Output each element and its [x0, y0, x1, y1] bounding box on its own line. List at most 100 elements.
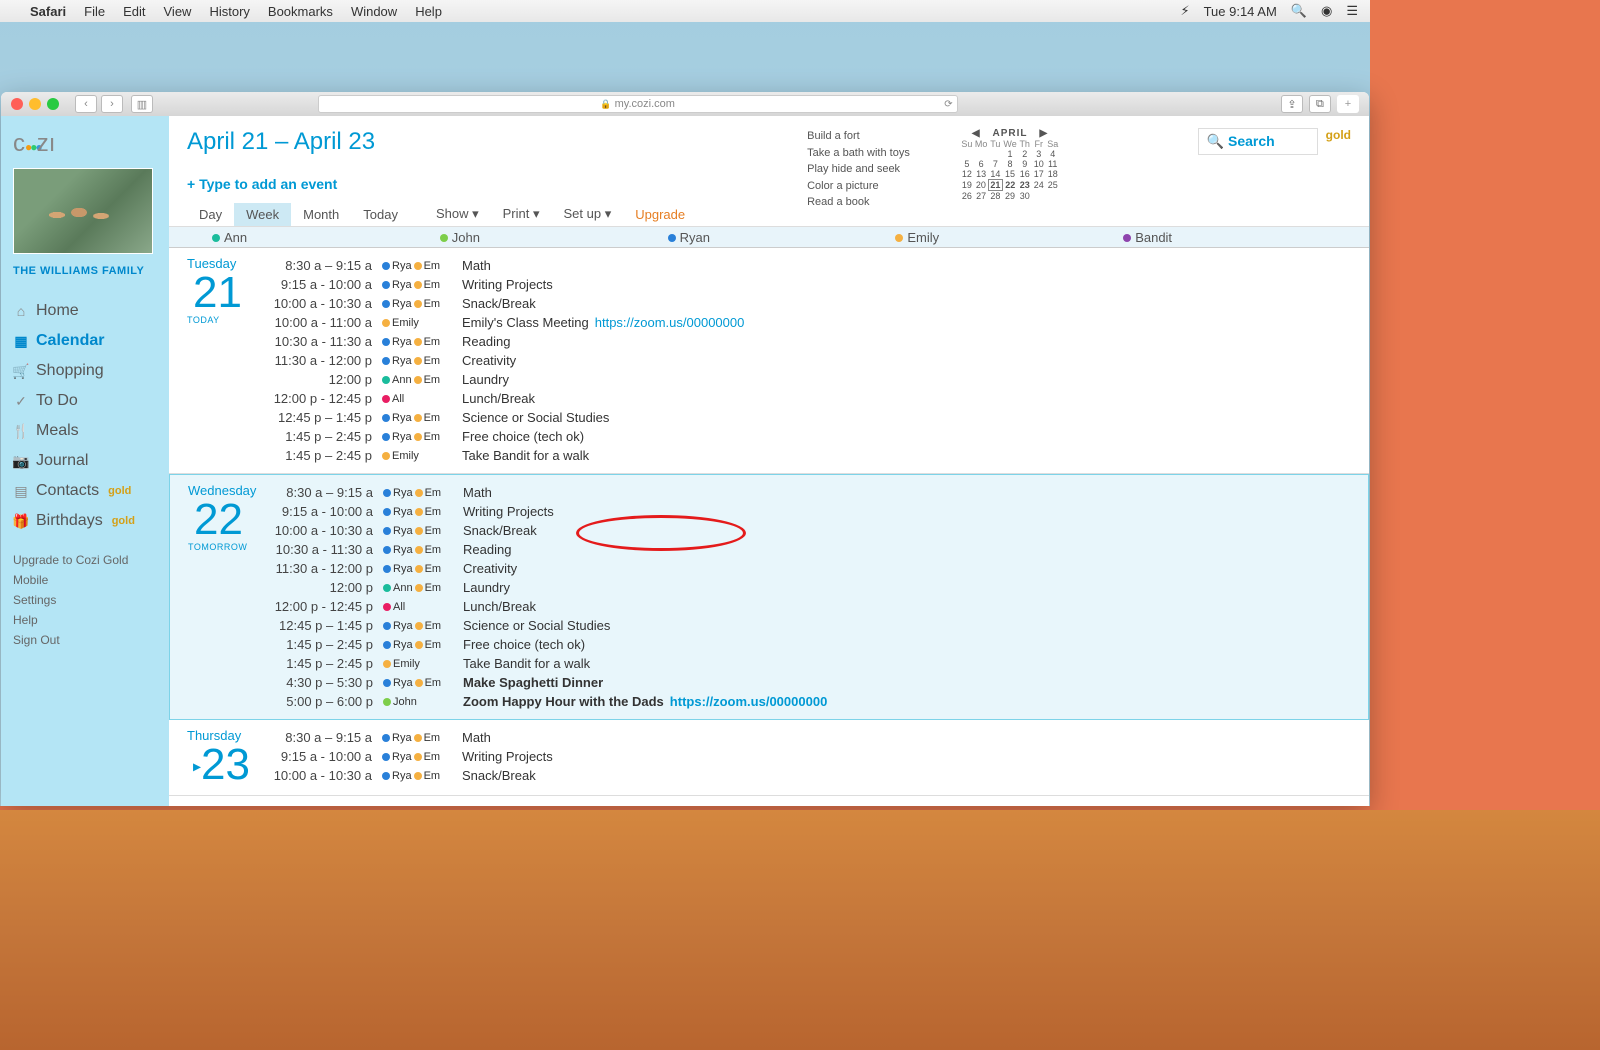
person-emily[interactable]: Emily [895, 230, 1123, 245]
event-row[interactable]: 8:30 a – 9:15 aRyaEmMath [267, 256, 1351, 275]
event-row[interactable]: 10:00 a - 10:30 aRyaEmSnack/Break [267, 766, 1351, 785]
siri-icon[interactable]: ◉ [1321, 3, 1332, 19]
event-row[interactable]: 8:30 a – 9:15 aRyaEmMath [268, 483, 1350, 502]
menu-file[interactable]: File [84, 4, 105, 19]
clock[interactable]: Tue 9:14 AM [1204, 4, 1277, 19]
gold-badge: gold [1326, 128, 1351, 142]
nav-shopping[interactable]: 🛒Shopping [13, 356, 157, 386]
maximize-window[interactable] [47, 98, 59, 110]
cozi-logo[interactable]: c●●●zı [13, 130, 157, 158]
event-row[interactable]: 11:30 a - 12:00 pRyaEmCreativity [268, 559, 1350, 578]
nav-journal[interactable]: 📷Journal [13, 446, 157, 476]
menu-bookmarks[interactable]: Bookmarks [268, 4, 333, 19]
menu-edit[interactable]: Edit [123, 4, 145, 19]
spotlight-icon[interactable]: 🔍 [1291, 3, 1307, 19]
safari-window: ‹ › ▥ 🔒 my.cozi.com ⟳ ⇪ ⧉ + c●●●zı THE W… [1, 92, 1369, 806]
view-week[interactable]: Week [234, 203, 291, 226]
share-button[interactable]: ⇪ [1281, 95, 1303, 113]
nav-meals[interactable]: 🍴Meals [13, 416, 157, 446]
zoom-link[interactable]: https://zoom.us/00000000 [670, 694, 828, 709]
upgrade-link[interactable]: Upgrade [623, 203, 697, 226]
address-bar[interactable]: 🔒 my.cozi.com ⟳ [318, 95, 958, 113]
menu-print[interactable]: Print ▾ [491, 202, 552, 226]
link-upgrade-to-cozi-gold[interactable]: Upgrade to Cozi Gold [13, 550, 157, 570]
close-window[interactable] [11, 98, 23, 110]
person-john[interactable]: John [440, 230, 668, 245]
event-row[interactable]: 12:00 p - 12:45 pAllLunch/Break [268, 597, 1350, 616]
mini-calendar[interactable]: ◀APRIL▶ SuMoTuWeThFrSa123456789101112131… [960, 128, 1060, 226]
nav-birthdays[interactable]: 🎁Birthdaysgold [13, 506, 157, 536]
notifications-icon[interactable]: ☰ [1346, 3, 1358, 19]
menu-set[interactable]: Set up ▾ [552, 202, 624, 226]
zoom-link[interactable]: https://zoom.us/00000000 [595, 315, 745, 330]
prev-month[interactable]: ◀ [966, 128, 987, 139]
event-row[interactable]: 8:30 a – 9:15 aRyaEmMath [267, 728, 1351, 747]
day-wednesday: Wednesday22TOMORROW8:30 a – 9:15 aRyaEmM… [169, 474, 1369, 720]
battery-icon[interactable]: ⚡︎ [1180, 3, 1189, 19]
link-mobile[interactable]: Mobile [13, 570, 157, 590]
event-row[interactable]: 11:30 a - 12:00 pRyaEmCreativity [267, 351, 1351, 370]
add-event[interactable]: + Type to add an event [187, 176, 697, 192]
url-text: my.cozi.com [615, 98, 675, 110]
event-row[interactable]: 12:45 p – 1:45 pRyaEmScience or Social S… [267, 408, 1351, 427]
next-month[interactable]: ▶ [1034, 128, 1055, 139]
day-thursday: Thursday▸238:30 a – 9:15 aRyaEmMath9:15 … [169, 720, 1369, 796]
event-row[interactable]: 10:00 a - 10:30 aRyaEmSnack/Break [268, 521, 1350, 540]
event-row[interactable]: 5:00 p – 6:00 pJohnZoom Happy Hour with … [268, 692, 1350, 711]
event-row[interactable]: 9:15 a - 10:00 aRyaEmWriting Projects [268, 502, 1350, 521]
event-row[interactable]: 9:15 a - 10:00 aRyaEmWriting Projects [267, 275, 1351, 294]
search-button[interactable]: 🔍 Search [1198, 128, 1318, 155]
reload-icon[interactable]: ⟳ [944, 99, 952, 110]
view-today[interactable]: Today [351, 203, 410, 226]
menu-window[interactable]: Window [351, 4, 397, 19]
minimize-window[interactable] [29, 98, 41, 110]
link-settings[interactable]: Settings [13, 590, 157, 610]
browser-titlebar: ‹ › ▥ 🔒 my.cozi.com ⟳ ⇪ ⧉ + [1, 92, 1369, 116]
person-bandit[interactable]: Bandit [1123, 230, 1351, 245]
nav-contacts[interactable]: ▤Contactsgold [13, 476, 157, 506]
back-button[interactable]: ‹ [75, 95, 97, 113]
calendar-icon: ▦ [13, 333, 29, 350]
menu-show[interactable]: Show ▾ [424, 202, 491, 226]
family-photo[interactable] [13, 168, 153, 254]
home-icon: ⌂ [13, 303, 29, 319]
event-row[interactable]: 1:45 p – 2:45 pRyaEmFree choice (tech ok… [268, 635, 1350, 654]
view-month[interactable]: Month [291, 203, 351, 226]
forward-button[interactable]: › [101, 95, 123, 113]
app-name[interactable]: Safari [30, 4, 66, 19]
menu-history[interactable]: History [209, 4, 249, 19]
macos-menubar: Safari File Edit View History Bookmarks … [0, 0, 1370, 22]
event-row[interactable]: 1:45 p – 2:45 pEmilyTake Bandit for a wa… [267, 446, 1351, 465]
event-row[interactable]: 10:30 a - 11:30 aRyaEmReading [267, 332, 1351, 351]
event-row[interactable]: 1:45 p – 2:45 pRyaEmFree choice (tech ok… [267, 427, 1351, 446]
desktop-background [0, 810, 1600, 1050]
cozi-sidebar: c●●●zı THE WILLIAMS FAMILY ⌂Home▦Calenda… [1, 116, 169, 806]
event-row[interactable]: 12:00 p - 12:45 pAllLunch/Break [267, 389, 1351, 408]
event-row[interactable]: 12:45 p – 1:45 pRyaEmScience or Social S… [268, 616, 1350, 635]
journal-icon: 📷 [13, 453, 29, 470]
tabs-button[interactable]: ⧉ [1309, 95, 1331, 113]
event-row[interactable]: 12:00 pAnnEmLaundry [268, 578, 1350, 597]
event-row[interactable]: 4:30 p – 5:30 pRyaEmMake Spaghetti Dinne… [268, 673, 1350, 692]
nav-to do[interactable]: ✓To Do [13, 386, 157, 416]
sidebar-toggle[interactable]: ▥ [131, 95, 153, 113]
event-row[interactable]: 10:30 a - 11:30 aRyaEmReading [268, 540, 1350, 559]
menu-view[interactable]: View [164, 4, 192, 19]
event-row[interactable]: 1:45 p – 2:45 pEmilyTake Bandit for a wa… [268, 654, 1350, 673]
event-row[interactable]: 10:00 a - 10:30 aRyaEmSnack/Break [267, 294, 1351, 313]
event-row[interactable]: 12:00 pAnnEmLaundry [267, 370, 1351, 389]
menu-help[interactable]: Help [415, 4, 442, 19]
person-ann[interactable]: Ann [212, 230, 440, 245]
view-day[interactable]: Day [187, 203, 234, 226]
day-tuesday: Tuesday21TODAY8:30 a – 9:15 aRyaEmMath9:… [169, 248, 1369, 474]
new-tab-button[interactable]: + [1337, 95, 1359, 113]
nav-calendar[interactable]: ▦Calendar [13, 326, 157, 356]
link-help[interactable]: Help [13, 610, 157, 630]
event-row[interactable]: 10:00 a - 11:00 aEmilyEmily's Class Meet… [267, 313, 1351, 332]
birthdays-icon: 🎁 [13, 513, 29, 530]
link-sign-out[interactable]: Sign Out [13, 630, 157, 650]
nav-home[interactable]: ⌂Home [13, 296, 157, 326]
event-row[interactable]: 9:15 a - 10:00 aRyaEmWriting Projects [267, 747, 1351, 766]
person-ryan[interactable]: Ryan [668, 230, 896, 245]
meals-icon: 🍴 [13, 423, 29, 440]
